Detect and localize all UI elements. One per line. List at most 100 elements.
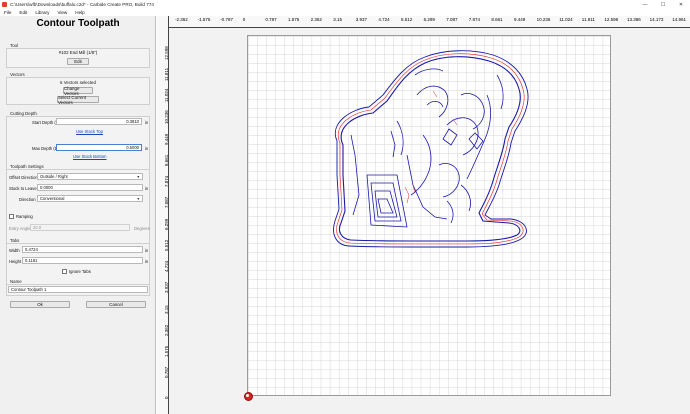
- red-vector-detail: [404, 90, 458, 204]
- max-depth-unit: in: [145, 146, 149, 151]
- ruler-left-tick: 9.449: [158, 127, 170, 147]
- ruler-left-tick-label: 7.874: [164, 175, 169, 188]
- ruler-top-tick: 8.661: [491, 17, 503, 22]
- panel-title: Contour Toolpath: [36, 18, 120, 29]
- ruler-left-tick-label: 0: [164, 396, 169, 400]
- ruler-left-tick: 3.15: [158, 296, 170, 316]
- ok-button[interactable]: Ok: [10, 301, 70, 308]
- stock-to-leave-label: Stock to Leave: [9, 186, 37, 191]
- menu-bar: File Edit Library View Help: [0, 9, 690, 16]
- ruler-left-tick-label: 4.724: [164, 260, 169, 272]
- tab-height-label: Height: [9, 259, 22, 264]
- ruler-left-tick: 10.236: [158, 106, 170, 126]
- ruler-left-tick: 5.512: [158, 233, 170, 253]
- select-current-vectors-button[interactable]: Select Current Vectors: [57, 95, 99, 105]
- ignore-tabs-checkbox[interactable]: [62, 269, 67, 274]
- ruler-top-tick: 11.024: [559, 17, 573, 22]
- edit-tool-button[interactable]: Edit: [67, 58, 89, 65]
- change-vectors-button[interactable]: Change Vectors: [63, 86, 93, 96]
- design-artwork[interactable]: [247, 35, 611, 396]
- ruler-left-tick-label: 3.15: [164, 305, 169, 315]
- ruler-left-tick-label: 7.087: [164, 197, 169, 209]
- menu-file[interactable]: File: [4, 10, 11, 15]
- tab-width-input[interactable]: 0.4724: [22, 246, 143, 253]
- ruler-left-tick-label: 8.661: [164, 154, 169, 166]
- offset-direction-value: Outside / Right: [40, 174, 68, 179]
- ruler-left-tick-label: 3.937: [164, 281, 169, 294]
- direction-select[interactable]: Conventional ▼: [37, 195, 143, 202]
- ruler-top-tick: 3.15: [333, 17, 342, 22]
- menu-library[interactable]: Library: [35, 10, 49, 15]
- ruler-left-tick-label: 5.512: [164, 239, 169, 251]
- toolpath-settings-box: [6, 169, 150, 247]
- start-depth-input[interactable]: 0.3810: [56, 118, 142, 125]
- ruler-left-tick: 0: [158, 381, 170, 401]
- toolpath-panel: Contour Toolpath Tool #102 End Mill (1/8…: [0, 16, 156, 414]
- ruler-top-tick: -2.362: [175, 17, 188, 22]
- ruler-top-tick: 12.598: [604, 17, 619, 22]
- tab-height-input[interactable]: 0.1181: [22, 257, 143, 264]
- stock-to-leave-unit: in: [145, 186, 149, 191]
- menu-help[interactable]: Help: [75, 10, 84, 15]
- carbide-create-icon: [2, 2, 7, 7]
- use-stock-top-link[interactable]: Use Stock Top: [76, 129, 103, 134]
- tab-height-unit: in: [145, 259, 149, 264]
- ruler-top-tick: 14.173: [649, 17, 664, 22]
- ruler-left-tick: 6.299: [158, 212, 170, 232]
- use-stock-bottom-link[interactable]: Use Stock Bottom: [73, 154, 107, 159]
- entry-angle-label: Entry Angle: [9, 226, 31, 231]
- tool-name: #102 End Mill (1/8"): [58, 50, 98, 55]
- minimize-icon[interactable]: —: [636, 0, 654, 9]
- ruler-top-tick: 5.512: [401, 17, 413, 22]
- ruler-left-tick-label: 12.598: [164, 46, 169, 60]
- entry-angle-unit: Degrees: [134, 226, 150, 231]
- ruler-top-tick: 6.299: [423, 17, 435, 22]
- title-bar: C:\Users\wfb\Downloads\buffalo.c2d* - Ca…: [0, 0, 690, 9]
- ruler-top-tick: 13.386: [627, 17, 641, 22]
- entry-angle-input[interactable]: 20.0: [30, 224, 130, 231]
- menu-view[interactable]: View: [57, 10, 67, 15]
- menu-edit[interactable]: Edit: [19, 10, 27, 15]
- vectors-selected: 6 Vectors selected: [60, 80, 96, 85]
- ruler-left-tick: 4.724: [158, 254, 170, 274]
- ruler-left-tick-label: 10.236: [164, 109, 169, 124]
- ruler-left-tick-label: 9.449: [164, 133, 169, 145]
- ruler-top-tick: 7.087: [446, 17, 458, 22]
- window-controls: — ☐ ✕: [636, 0, 690, 9]
- toolpath-name-input[interactable]: Contour Toolpath 1: [8, 286, 148, 293]
- ruler-left-tick: 11.024: [158, 84, 170, 104]
- ruler-top-tick: 10.236: [536, 17, 551, 22]
- ruler-left-tick-label: 6.299: [164, 218, 169, 230]
- ruler-top-tick: 0: [242, 17, 246, 22]
- ignore-tabs-label: Ignore Tabs: [69, 269, 91, 274]
- close-icon[interactable]: ✕: [672, 0, 690, 9]
- offset-direction-select[interactable]: Outside / Right ▼: [37, 173, 143, 180]
- ruler-top-tick: 11.811: [581, 17, 595, 22]
- direction-label: Direction: [19, 197, 36, 202]
- ruler-left-tick: 7.087: [158, 190, 170, 210]
- tab-width-label: Width: [9, 248, 20, 253]
- chevron-down-icon: ▼: [136, 175, 140, 179]
- ruler-top-tick: 9.449: [514, 17, 526, 22]
- maximize-icon[interactable]: ☐: [654, 0, 672, 9]
- ruler-top-tick: -1.575: [197, 17, 211, 22]
- ruler-left-tick-label: 11.811: [164, 68, 169, 82]
- ruler-left-tick: 1.575: [158, 339, 170, 359]
- ruler-left-tick-label: 2.362: [164, 324, 169, 336]
- direction-value: Conventional: [40, 196, 65, 201]
- max-depth-input[interactable]: 0.5000: [56, 144, 142, 151]
- ruler-top-tick: 2.362: [310, 17, 322, 22]
- vector-outline: [336, 53, 525, 245]
- ramping-checkbox[interactable]: [9, 214, 14, 219]
- ruler-left-tick: 7.874: [158, 169, 170, 189]
- ruler-left-tick-label: 11.024: [164, 88, 169, 103]
- stock-to-leave-input[interactable]: 0.0000: [37, 184, 143, 191]
- ruler-left-tick: 0.787: [158, 360, 170, 380]
- ruler-top-tick: 0.787: [265, 17, 277, 22]
- ruler-top-tick: 3.937: [355, 17, 368, 22]
- ruler-left-tick: 2.362: [158, 318, 170, 338]
- offset-direction-label: Offset Direction: [9, 175, 38, 180]
- ruler-top-tick: 1.575: [288, 17, 300, 22]
- cancel-button[interactable]: Cancel: [86, 301, 146, 308]
- ruler-left-tick: 3.937: [158, 275, 170, 295]
